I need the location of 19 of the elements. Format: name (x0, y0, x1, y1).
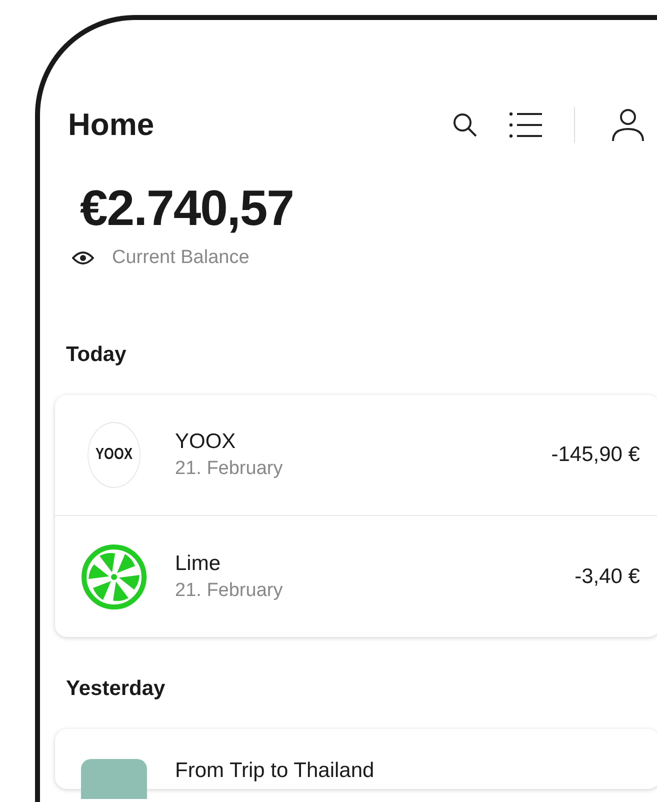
transaction-amount: -3,40 € (574, 564, 640, 588)
eye-icon[interactable] (72, 251, 94, 265)
transaction-amount: -145,90 € (551, 443, 640, 467)
page-title: Home (68, 107, 154, 143)
trip-tile-icon (81, 759, 147, 799)
transaction-name: Lime (175, 552, 222, 576)
transaction-date: 21. February (175, 580, 283, 602)
list-icon[interactable] (508, 110, 542, 140)
lime-slice-icon (81, 544, 147, 610)
transaction-name: From Trip to Thailand (175, 759, 374, 783)
section-heading: Yesterday (66, 677, 166, 701)
merchant-logo: YOOX (88, 422, 140, 488)
balance-amount: €2.740,57 (80, 179, 294, 237)
transaction-name: YOOX (175, 430, 237, 454)
profile-icon[interactable] (611, 108, 645, 142)
section-heading: Today (66, 343, 128, 367)
transaction-date: 21. February (175, 458, 283, 480)
balance-label: Current Balance (112, 247, 250, 269)
search-icon[interactable] (452, 112, 478, 138)
